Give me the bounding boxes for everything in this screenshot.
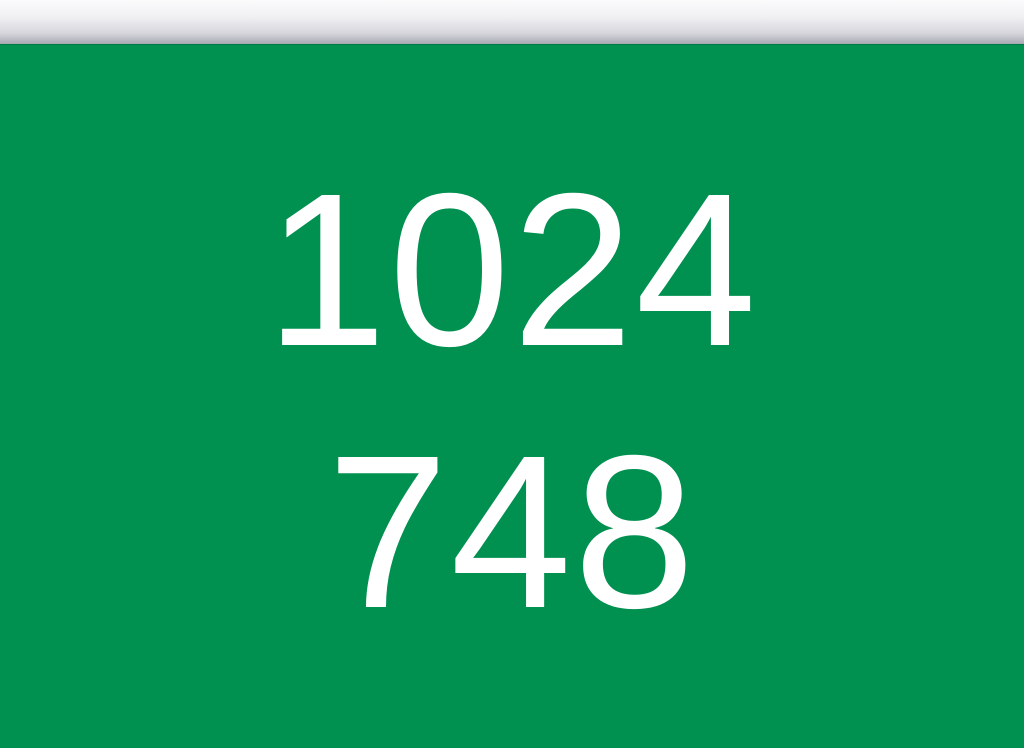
height-label: 748	[327, 411, 697, 654]
dimensions-display: 1024 748	[0, 44, 1024, 748]
width-label: 1024	[265, 149, 759, 392]
top-bar	[0, 0, 1024, 44]
screen: 1024 748	[0, 0, 1024, 748]
